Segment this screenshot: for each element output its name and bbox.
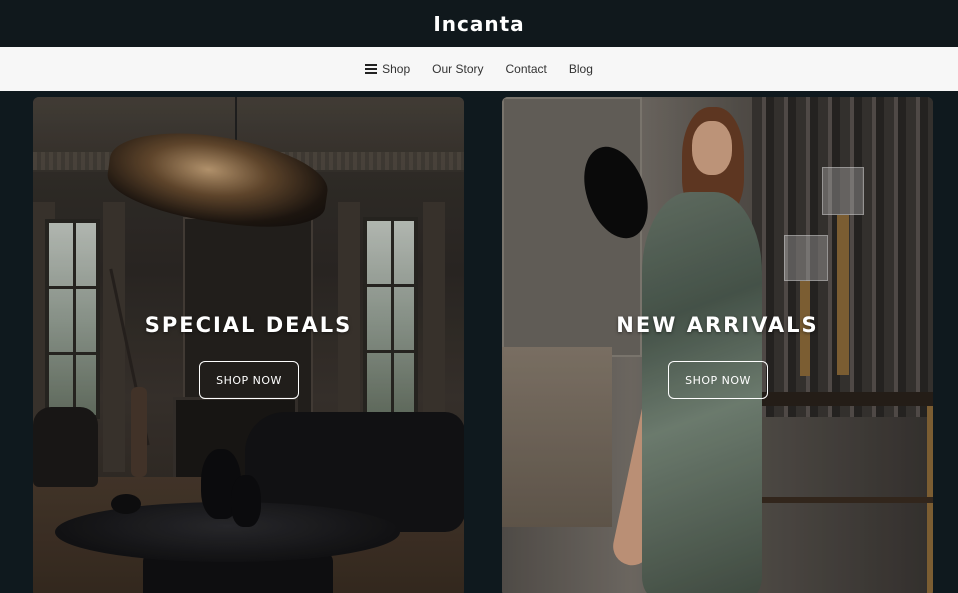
nav-item-shop-label[interactable]: Shop	[382, 62, 410, 76]
nav-item-contact[interactable]: Contact	[506, 62, 547, 76]
brand-logo[interactable]: Incanta	[433, 12, 524, 36]
promo-card-new-arrivals[interactable]: NEW ARRIVALS SHOP NOW	[502, 97, 933, 593]
nav-item-blog[interactable]: Blog	[569, 62, 593, 76]
nav-item-our-story[interactable]: Our Story	[432, 62, 483, 76]
nav-item-our-story-label[interactable]: Our Story	[432, 62, 483, 76]
nav-item-shop[interactable]: Shop	[365, 62, 410, 76]
shop-now-button-special-deals[interactable]: SHOP NOW	[199, 361, 299, 399]
promo-title-new-arrivals: NEW ARRIVALS	[616, 313, 819, 337]
image-overlay	[33, 97, 464, 593]
shop-now-button-new-arrivals[interactable]: SHOP NOW	[668, 361, 768, 399]
nav-item-blog-label[interactable]: Blog	[569, 62, 593, 76]
promo-card-special-deals[interactable]: SPECIAL DEALS SHOP NOW	[33, 97, 464, 593]
main-nav: Shop Our Story Contact Blog	[0, 47, 958, 91]
top-header: Incanta	[0, 0, 958, 47]
image-overlay	[502, 97, 933, 593]
nav-item-contact-label[interactable]: Contact	[506, 62, 547, 76]
promo-title-special-deals: SPECIAL DEALS	[144, 313, 353, 337]
hamburger-menu-icon[interactable]	[365, 64, 378, 74]
